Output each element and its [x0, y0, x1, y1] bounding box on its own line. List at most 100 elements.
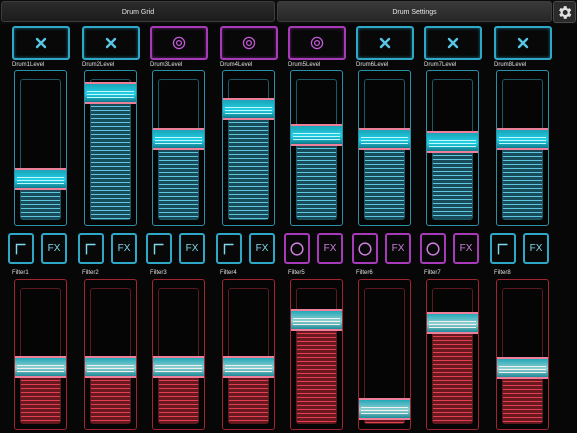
shape-button-4[interactable] — [216, 233, 242, 264]
tab-bar: Drum Grid Drum Settings — [0, 0, 577, 24]
fx-button-8[interactable]: FX — [523, 233, 549, 264]
shape-button-5[interactable] — [284, 233, 310, 264]
drum-level-label: Drum4Level — [220, 62, 253, 68]
thumb-line — [293, 132, 340, 134]
fx-button-5[interactable]: FX — [317, 233, 343, 264]
shape-button-8[interactable] — [490, 233, 516, 264]
slider-thumb[interactable] — [153, 355, 204, 378]
thumb-line — [225, 364, 272, 366]
slider-thumb[interactable] — [427, 311, 478, 334]
filter-label: Filter3 — [150, 270, 167, 276]
drum-level-label: Drum7Level — [424, 62, 457, 68]
slider-thumb[interactable] — [497, 357, 548, 380]
thumb-line — [293, 135, 340, 137]
corner-icon — [497, 243, 508, 254]
drum-mode-button-2[interactable] — [82, 26, 140, 60]
thumb-line — [361, 413, 408, 415]
drum-level-label: Drum1Level — [12, 62, 45, 68]
shape-button-6[interactable] — [352, 233, 378, 264]
slider-thumb[interactable] — [223, 355, 274, 378]
slider-track — [432, 288, 473, 424]
thumb-line — [17, 183, 64, 185]
fx-button-2[interactable]: FX — [111, 233, 137, 264]
fx-button-7[interactable]: FX — [453, 233, 479, 264]
thumb-line — [429, 145, 476, 147]
thumb-line — [499, 137, 546, 139]
thumb-line — [155, 143, 202, 145]
thumb-line — [499, 143, 546, 145]
shape-button-1[interactable] — [8, 233, 34, 264]
filter-slider-1[interactable] — [14, 279, 67, 430]
filter-label: Filter4 — [220, 270, 237, 276]
filter-slider-2[interactable] — [84, 279, 137, 430]
thumb-line — [225, 367, 272, 369]
fx-button-4[interactable]: FX — [249, 233, 275, 264]
thumb-line — [361, 140, 408, 142]
settings-button[interactable] — [553, 1, 576, 23]
filter-label: Filter6 — [356, 270, 373, 276]
thumb-line — [225, 110, 272, 112]
filter-label: Filter5 — [288, 270, 305, 276]
drum-mode-button-5[interactable] — [288, 26, 346, 60]
slider-thumb[interactable] — [427, 130, 478, 153]
x-icon — [447, 37, 459, 49]
filter-slider-7[interactable] — [426, 279, 479, 430]
thumb-line — [361, 407, 408, 409]
filter-slider-4[interactable] — [222, 279, 275, 430]
drum-level-slider-2[interactable] — [84, 70, 137, 226]
drum-mode-button-3[interactable] — [150, 26, 208, 60]
slider-thumb[interactable] — [291, 123, 342, 146]
circle-icon — [426, 241, 440, 256]
thumb-line — [155, 140, 202, 142]
filter-label: Filter8 — [494, 270, 511, 276]
slider-thumb[interactable] — [223, 98, 274, 121]
slider-thumb[interactable] — [359, 128, 410, 151]
drum-level-slider-5[interactable] — [290, 70, 343, 226]
thumb-line — [87, 94, 134, 96]
tab-drum-settings[interactable]: Drum Settings — [277, 1, 552, 22]
thumb-line — [17, 177, 64, 179]
filter-slider-3[interactable] — [152, 279, 205, 430]
thumb-line — [155, 367, 202, 369]
drum-level-slider-3[interactable] — [152, 70, 205, 226]
slider-thumb[interactable] — [291, 308, 342, 331]
filter-slider-5[interactable] — [290, 279, 343, 430]
slider-fill — [91, 90, 130, 219]
slider-track — [502, 288, 543, 424]
slider-thumb[interactable] — [497, 128, 548, 151]
slider-thumb[interactable] — [15, 168, 66, 191]
drum-mode-button-7[interactable] — [424, 26, 482, 60]
drum-mode-button-4[interactable] — [220, 26, 278, 60]
drum-level-slider-8[interactable] — [496, 70, 549, 226]
fx-button-1[interactable]: FX — [41, 233, 67, 264]
thumb-line — [429, 323, 476, 325]
slider-thumb[interactable] — [153, 128, 204, 151]
tab-drum-grid[interactable]: Drum Grid — [1, 1, 275, 22]
filter-slider-6[interactable] — [358, 279, 411, 430]
drum-mode-button-6[interactable] — [356, 26, 414, 60]
fx-button-6[interactable]: FX — [385, 233, 411, 264]
fx-button-3[interactable]: FX — [179, 233, 205, 264]
slider-thumb[interactable] — [85, 355, 136, 378]
shape-button-7[interactable] — [420, 233, 446, 264]
slider-thumb[interactable] — [85, 82, 136, 105]
drum-mode-button-1[interactable] — [12, 26, 70, 60]
shape-button-3[interactable] — [146, 233, 172, 264]
slider-fill — [229, 106, 268, 219]
thumb-line — [429, 326, 476, 328]
drum-level-slider-7[interactable] — [426, 70, 479, 226]
shape-button-2[interactable] — [78, 233, 104, 264]
slider-thumb[interactable] — [359, 398, 410, 421]
power-icon — [242, 36, 256, 50]
filter-slider-8[interactable] — [496, 279, 549, 430]
thumb-line — [225, 370, 272, 372]
thumb-line — [155, 137, 202, 139]
drum-level-slider-4[interactable] — [222, 70, 275, 226]
slider-thumb[interactable] — [15, 355, 66, 378]
thumb-line — [499, 366, 546, 368]
drum-level-slider-1[interactable] — [14, 70, 67, 226]
drum-level-label: Drum6Level — [356, 62, 389, 68]
drum-mode-button-8[interactable] — [494, 26, 552, 60]
drum-level-slider-6[interactable] — [358, 70, 411, 226]
drum-level-label: Drum8Level — [494, 62, 527, 68]
